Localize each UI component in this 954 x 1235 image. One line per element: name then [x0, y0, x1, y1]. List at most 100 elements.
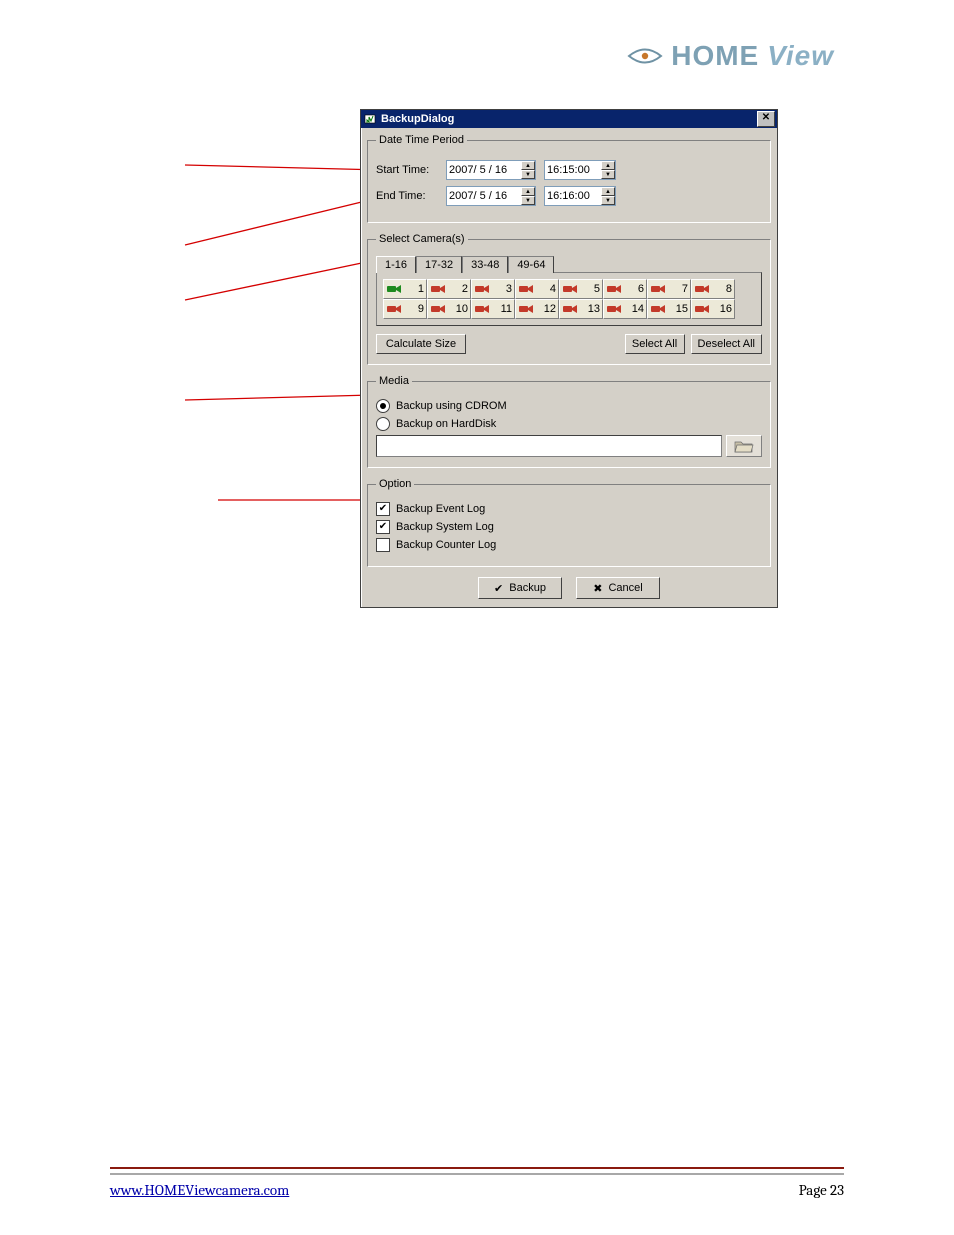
camera-icon — [516, 303, 542, 315]
camera-icon — [648, 283, 674, 295]
camera-cell-14[interactable]: 14 — [603, 299, 647, 319]
group-datetime: Date Time Period Start Time: ▲▼ ▲▼ End T… — [367, 134, 771, 223]
start-date-input[interactable] — [447, 162, 521, 178]
camera-cell-3[interactable]: 3 — [471, 279, 515, 299]
page-footer: www.HOMEViewcamera.com Page 23 — [110, 1167, 844, 1199]
backup-dialog: BackupDialog ✕ Date Time Period Start Ti… — [360, 109, 778, 608]
group-cameras: Select Camera(s) 1-16 17-32 33-48 49-64 … — [367, 233, 771, 365]
group-option: Option Backup Event Log Backup System Lo… — [367, 478, 771, 567]
camera-cell-9[interactable]: 9 — [383, 299, 427, 319]
radio-hdd-label: Backup on HardDisk — [396, 418, 496, 430]
tab-17-32[interactable]: 17-32 — [416, 256, 462, 273]
camera-cell-1[interactable]: 1 — [383, 279, 427, 299]
checkbox-icon[interactable] — [376, 538, 390, 552]
row-start-time: Start Time: ▲▼ ▲▼ — [376, 160, 762, 180]
camera-tab-panel: 12345678910111213141516 — [376, 272, 762, 326]
camera-icon — [692, 303, 718, 315]
radio-backup-harddisk[interactable]: Backup on HardDisk — [376, 417, 762, 431]
check-backup-counter-log[interactable]: Backup Counter Log — [376, 538, 762, 552]
tab-1-16[interactable]: 1-16 — [376, 256, 416, 273]
deselect-all-button[interactable]: Deselect All — [691, 334, 762, 354]
close-icon[interactable]: ✕ — [757, 111, 775, 127]
end-date-input[interactable] — [447, 188, 521, 204]
camera-cell-6[interactable]: 6 — [603, 279, 647, 299]
cancel-button-label: Cancel — [608, 582, 642, 594]
camera-cell-13[interactable]: 13 — [559, 299, 603, 319]
camera-icon — [560, 303, 586, 315]
select-all-button[interactable]: Select All — [625, 334, 685, 354]
backup-button[interactable]: ✔ Backup — [478, 577, 562, 599]
browse-button[interactable] — [726, 435, 762, 457]
camera-icon — [428, 303, 454, 315]
spin-down-icon[interactable]: ▼ — [521, 170, 535, 179]
spin-down-icon[interactable]: ▼ — [521, 196, 535, 205]
end-time-label: End Time: — [376, 190, 438, 202]
logo-eye-icon — [627, 45, 663, 67]
camera-number: 7 — [676, 283, 688, 295]
camera-number: 11 — [500, 303, 512, 315]
camera-number: 1 — [412, 283, 424, 295]
calculate-size-button[interactable]: Calculate Size — [376, 334, 466, 354]
camera-number: 16 — [720, 303, 732, 315]
legend-datetime: Date Time Period — [376, 134, 467, 146]
radio-backup-cdrom[interactable]: Backup using CDROM — [376, 399, 762, 413]
camera-cell-11[interactable]: 11 — [471, 299, 515, 319]
close-icon: ✖ — [593, 582, 602, 595]
legend-option: Option — [376, 478, 414, 490]
page-header: HOMEView — [627, 40, 834, 72]
spin-down-icon[interactable]: ▼ — [601, 196, 615, 205]
camera-cell-16[interactable]: 16 — [691, 299, 735, 319]
brand-view: View — [767, 40, 834, 72]
counter-log-label: Backup Counter Log — [396, 539, 496, 551]
camera-icon — [516, 283, 542, 295]
camera-icon — [604, 303, 630, 315]
radio-icon[interactable] — [376, 417, 390, 431]
spin-up-icon[interactable]: ▲ — [521, 161, 535, 170]
camera-number: 9 — [412, 303, 424, 315]
spin-down-icon[interactable]: ▼ — [601, 170, 615, 179]
camera-number: 8 — [720, 283, 732, 295]
camera-cell-8[interactable]: 8 — [691, 279, 735, 299]
check-backup-system-log[interactable]: Backup System Log — [376, 520, 762, 534]
camera-cell-10[interactable]: 10 — [427, 299, 471, 319]
tab-33-48[interactable]: 33-48 — [462, 256, 508, 273]
cancel-button[interactable]: ✖ Cancel — [576, 577, 660, 599]
end-date-spinner[interactable]: ▲▼ — [446, 186, 536, 206]
radio-icon[interactable] — [376, 399, 390, 413]
footer-url-link[interactable]: www.HOMEViewcamera.com — [110, 1181, 289, 1199]
camera-icon — [604, 283, 630, 295]
start-time-spinner[interactable]: ▲▼ — [544, 160, 616, 180]
legend-cameras: Select Camera(s) — [376, 233, 468, 245]
start-time-label: Start Time: — [376, 164, 438, 176]
camera-icon — [560, 283, 586, 295]
camera-active-icon — [384, 283, 410, 295]
camera-cell-4[interactable]: 4 — [515, 279, 559, 299]
titlebar[interactable]: BackupDialog ✕ — [361, 110, 777, 128]
camera-number: 12 — [544, 303, 556, 315]
spin-up-icon[interactable]: ▲ — [521, 187, 535, 196]
tab-49-64[interactable]: 49-64 — [508, 256, 554, 273]
checkbox-icon[interactable] — [376, 520, 390, 534]
camera-cell-2[interactable]: 2 — [427, 279, 471, 299]
checkbox-icon[interactable] — [376, 502, 390, 516]
footer-rule — [110, 1167, 844, 1175]
end-time-spinner[interactable]: ▲▼ — [544, 186, 616, 206]
camera-number: 4 — [544, 283, 556, 295]
group-media: Media Backup using CDROM Backup on HardD… — [367, 375, 771, 468]
spin-up-icon[interactable]: ▲ — [601, 187, 615, 196]
end-time-input[interactable] — [545, 188, 601, 204]
camera-icon — [384, 303, 410, 315]
camera-cell-15[interactable]: 15 — [647, 299, 691, 319]
start-date-spinner[interactable]: ▲▼ — [446, 160, 536, 180]
camera-number: 3 — [500, 283, 512, 295]
check-backup-event-log[interactable]: Backup Event Log — [376, 502, 762, 516]
backup-path-input[interactable] — [376, 435, 722, 457]
camera-number: 6 — [632, 283, 644, 295]
start-time-input[interactable] — [545, 162, 601, 178]
camera-icon — [428, 283, 454, 295]
spin-up-icon[interactable]: ▲ — [601, 161, 615, 170]
camera-cell-7[interactable]: 7 — [647, 279, 691, 299]
camera-cell-12[interactable]: 12 — [515, 299, 559, 319]
camera-icon — [692, 283, 718, 295]
camera-cell-5[interactable]: 5 — [559, 279, 603, 299]
